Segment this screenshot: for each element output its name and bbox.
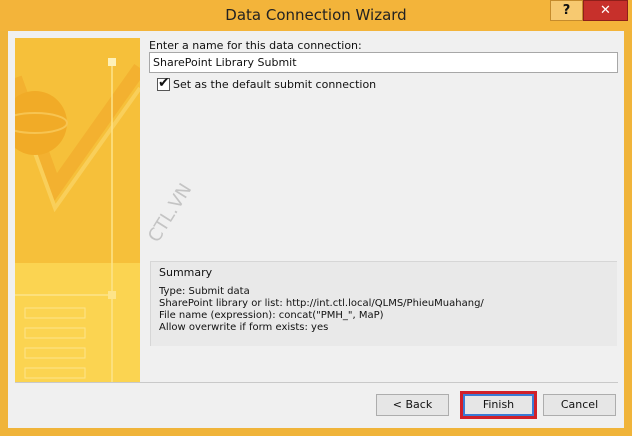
- wizard-banner-image: [15, 38, 140, 382]
- close-button[interactable]: ✕: [583, 0, 628, 21]
- summary-line-library: SharePoint library or list: http://int.c…: [159, 298, 484, 309]
- wizard-client-area: Enter a name for this data connection: ✔…: [8, 31, 624, 428]
- wizard-content: Enter a name for this data connection: ✔…: [148, 37, 620, 382]
- back-button[interactable]: < Back: [376, 394, 449, 416]
- name-label: Enter a name for this data connection:: [149, 39, 362, 52]
- summary-line-type: Type: Submit data: [159, 286, 250, 297]
- title-bar[interactable]: Data Connection Wizard ? ✕: [0, 0, 632, 31]
- cancel-button[interactable]: Cancel: [543, 394, 616, 416]
- connection-name-input[interactable]: [149, 52, 618, 73]
- help-button[interactable]: ?: [550, 0, 583, 21]
- summary-panel: Summary Type: Submit data SharePoint lib…: [150, 261, 617, 346]
- close-icon: ✕: [600, 3, 611, 18]
- checkmark-icon: ✔: [158, 75, 170, 91]
- button-separator: [15, 382, 618, 383]
- window-title: Data Connection Wizard: [225, 6, 407, 24]
- finish-button[interactable]: Finish: [463, 394, 534, 416]
- summary-line-overwrite: Allow overwrite if form exists: yes: [159, 322, 329, 333]
- data-connection-wizard-window: Data Connection Wizard ? ✕ Enter a name …: [0, 0, 632, 436]
- summary-title: Summary: [159, 266, 213, 279]
- default-submit-label[interactable]: Set as the default submit connection: [173, 78, 376, 91]
- default-submit-checkbox[interactable]: ✔: [157, 75, 170, 91]
- banner-graphic: [15, 38, 140, 382]
- summary-line-filename: File name (expression): concat("PMH_", M…: [159, 310, 384, 321]
